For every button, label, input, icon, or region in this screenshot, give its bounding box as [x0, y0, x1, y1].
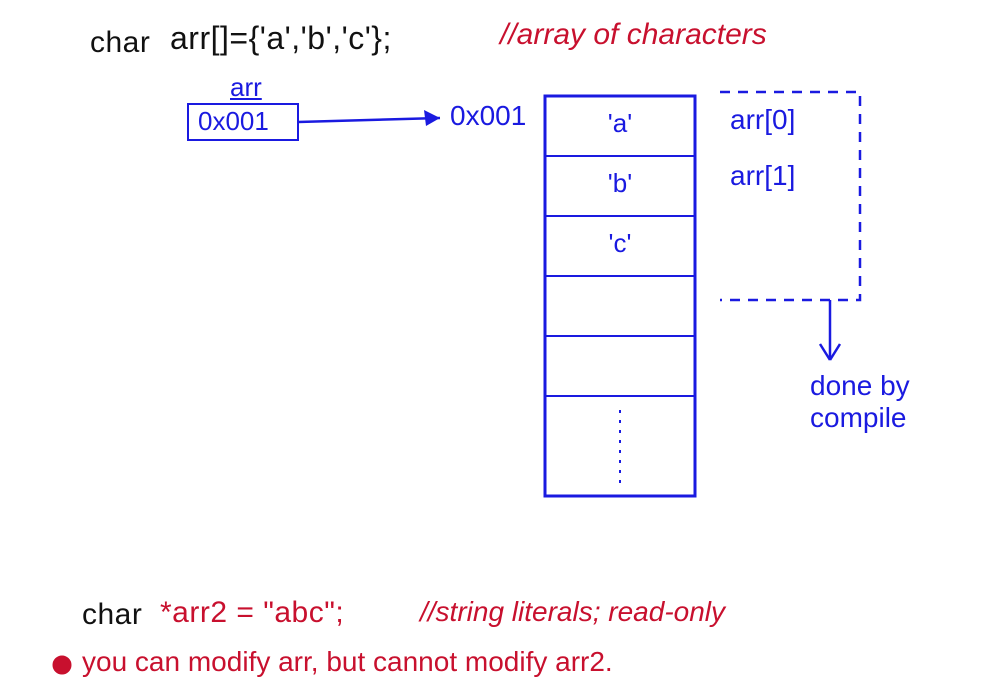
compiler-note: done by compile	[810, 370, 1000, 434]
code-keyword-char-2: char	[82, 598, 142, 632]
comment-string-literals: //string literals; read-only	[420, 596, 725, 628]
code-declaration-arr2: *arr2 = "abc";	[160, 596, 344, 630]
note-modify: you can modify arr, but cannot modify ar…	[82, 646, 613, 678]
memory-grid	[545, 96, 695, 496]
memory-cell-2: 'c'	[545, 228, 695, 259]
target-address: 0x001	[450, 100, 526, 132]
bullet-icon	[53, 656, 71, 674]
memory-cell-1: 'b'	[545, 168, 695, 199]
pointer-arrow-head	[424, 110, 440, 126]
memory-cell-0: 'a'	[545, 108, 695, 139]
pointer-arrow-line	[298, 118, 440, 122]
index-label-1: arr[1]	[730, 160, 795, 192]
index-label-0: arr[0]	[730, 104, 795, 136]
pointer-value: 0x001	[198, 106, 269, 137]
